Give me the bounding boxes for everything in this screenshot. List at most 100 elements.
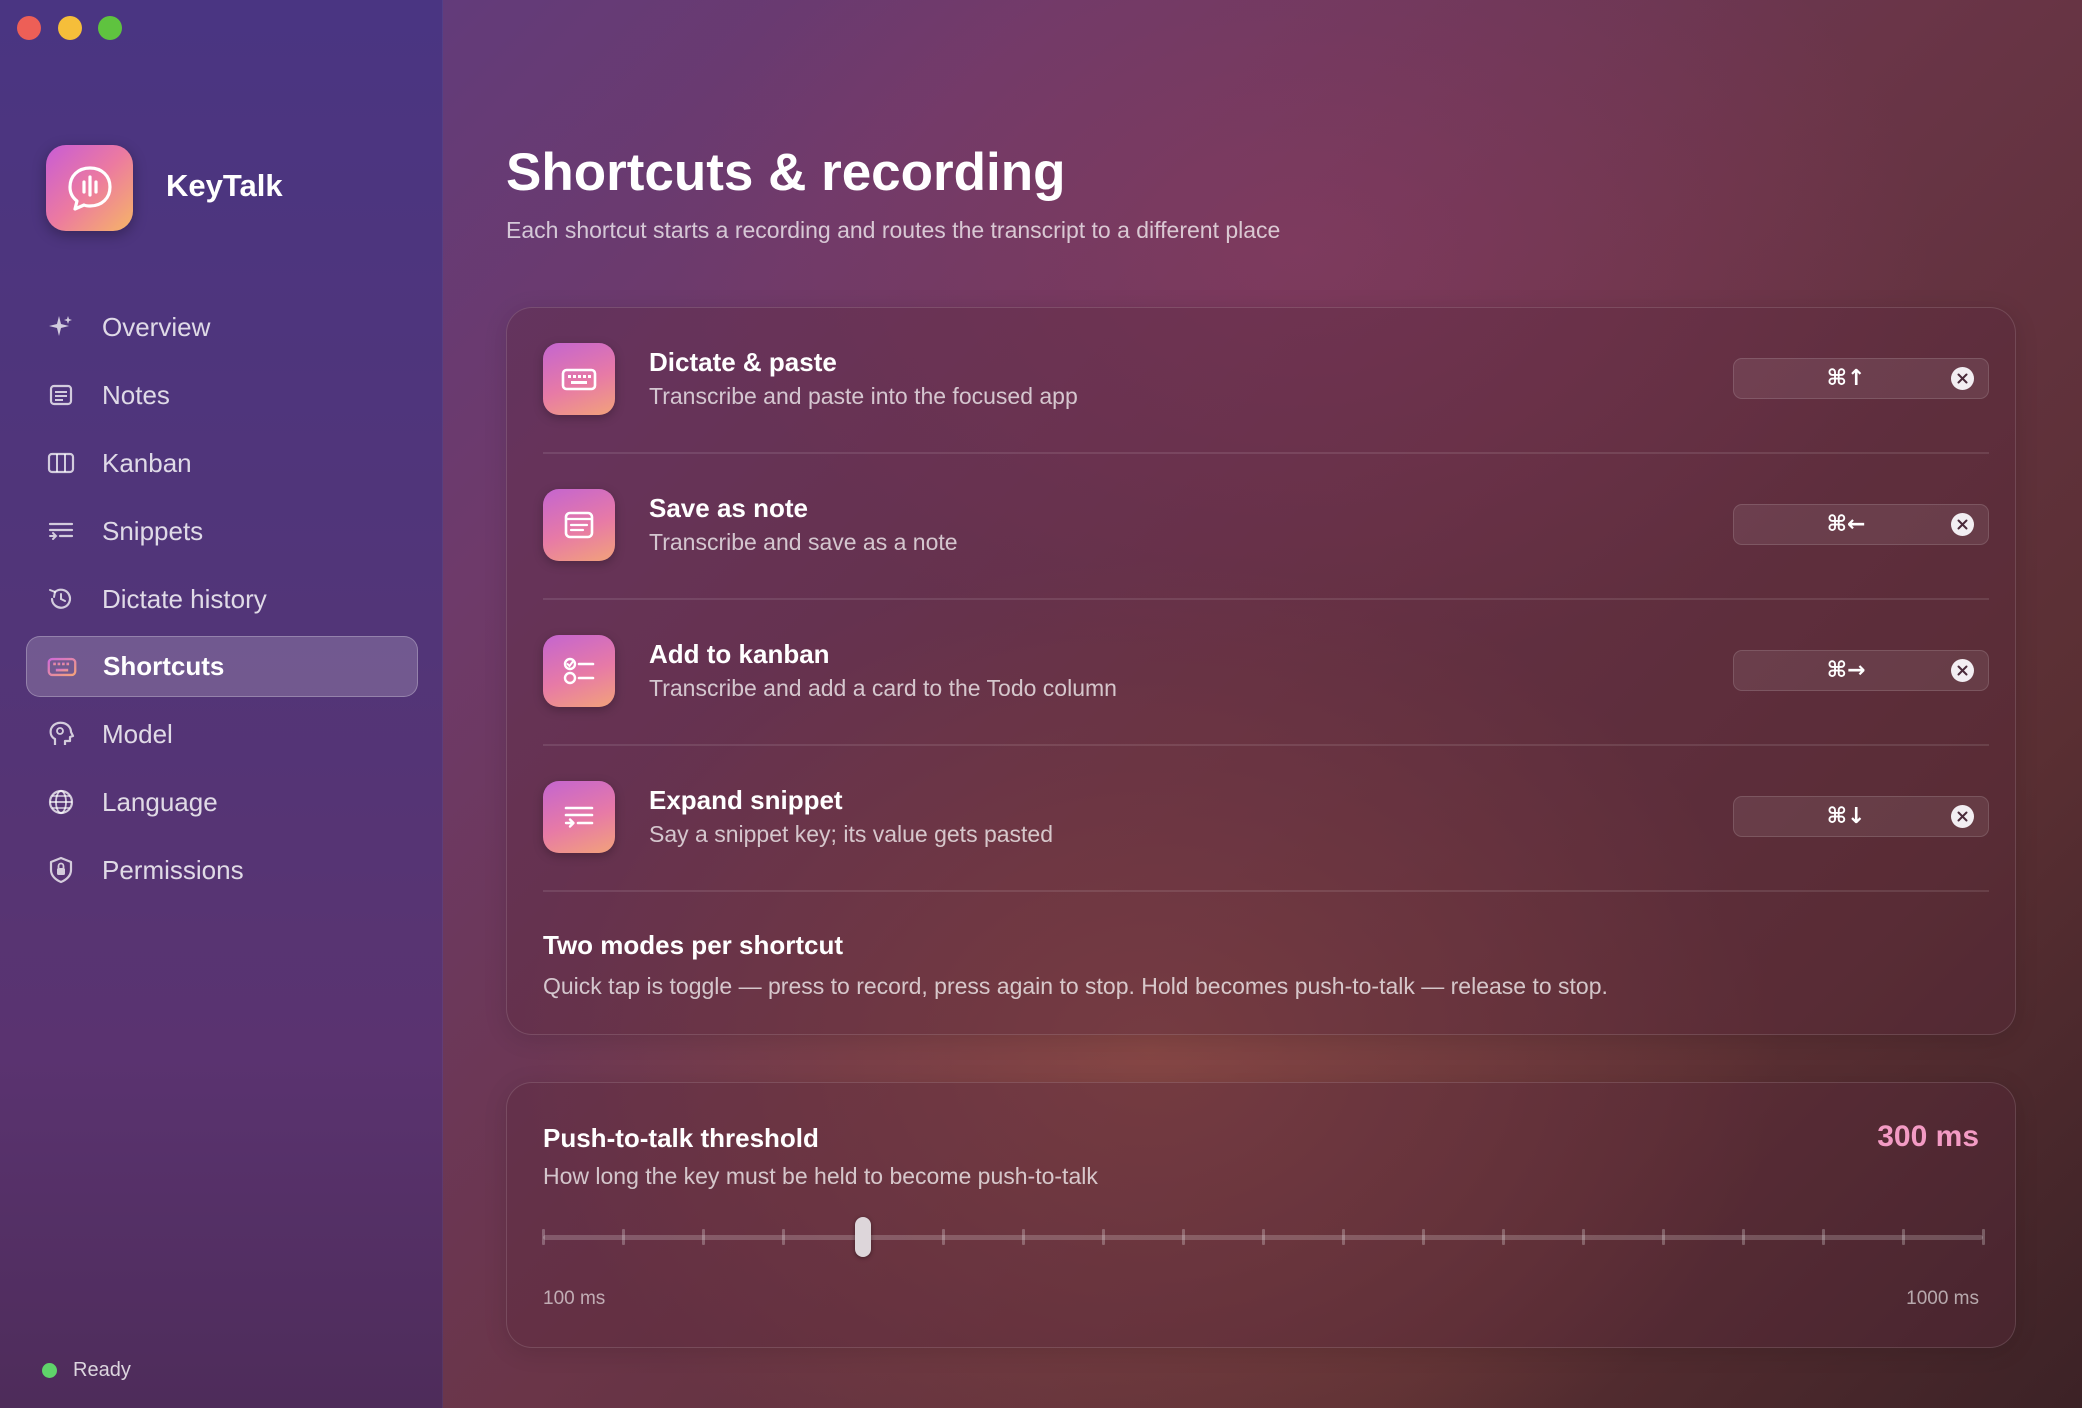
close-icon <box>1957 519 1968 530</box>
keyboard-icon <box>543 343 615 415</box>
modes-description: Quick tap is toggle — press to record, p… <box>543 973 1608 999</box>
sidebar-item-label: Snippets <box>102 515 204 546</box>
globe-icon <box>46 787 76 817</box>
sidebar-item-label: Notes <box>102 379 170 410</box>
keyboard-icon <box>47 652 77 682</box>
sidebar-item-snippets[interactable]: Snippets <box>26 500 418 562</box>
page-subtitle: Each shortcut starts a recording and rou… <box>506 217 1281 243</box>
window-maximize-button[interactable] <box>98 16 122 40</box>
history-icon <box>46 584 76 614</box>
slider-tick <box>1821 1229 1825 1245</box>
speech-bubble-icon <box>67 166 112 211</box>
sidebar-item-shortcuts[interactable]: Shortcuts <box>26 636 418 697</box>
window-minimize-button[interactable] <box>58 16 82 40</box>
app-name: KeyTalk <box>166 168 283 203</box>
sidebar-nav: Overview Notes Kanban Snippets Dictate h… <box>26 296 418 907</box>
checklist-icon <box>543 635 615 707</box>
shortcuts-card: Dictate & paste Transcribe and paste int… <box>506 307 2016 1035</box>
sidebar-item-permissions[interactable]: Permissions <box>26 839 418 901</box>
sidebar-item-overview[interactable]: Overview <box>26 296 418 358</box>
shortcut-description: Transcribe and paste into the focused ap… <box>649 383 1078 409</box>
shortcut-description: Transcribe and add a card to the Todo co… <box>649 675 1117 701</box>
slider-tick <box>1581 1229 1585 1245</box>
sparkle-icon <box>46 312 76 342</box>
slider-tick <box>1901 1229 1905 1245</box>
shortcut-row-expand-snippet: Expand snippet Say a snippet key; its va… <box>543 746 1989 892</box>
status-dot <box>42 1363 57 1378</box>
sidebar-item-notes[interactable]: Notes <box>26 364 418 426</box>
shortcut-key-recorder[interactable]: ⌘← <box>1733 504 1989 545</box>
snippets-icon <box>46 516 76 546</box>
shortcut-key-combo: ⌘← <box>1826 512 1866 537</box>
sidebar-item-language[interactable]: Language <box>26 771 418 833</box>
note-icon <box>46 380 76 410</box>
note-icon <box>543 489 615 561</box>
shortcut-title: Expand snippet <box>649 785 843 815</box>
snippets-icon <box>543 781 615 853</box>
slider-min-label: 100 ms <box>543 1288 606 1309</box>
threshold-title: Push-to-talk threshold <box>543 1123 819 1153</box>
threshold-value: 300 ms <box>1877 1120 1979 1153</box>
shortcut-key-recorder[interactable]: ⌘↑ <box>1733 358 1989 399</box>
slider-tick <box>1421 1229 1425 1245</box>
clear-shortcut-button[interactable] <box>1951 659 1974 682</box>
shortcut-key-recorder[interactable]: ⌘↓ <box>1733 796 1989 837</box>
sidebar-item-kanban[interactable]: Kanban <box>26 432 418 494</box>
clear-shortcut-button[interactable] <box>1951 805 1974 828</box>
sidebar-item-label: Language <box>102 786 218 817</box>
window-close-button[interactable] <box>17 16 41 40</box>
slider-tick <box>1261 1229 1265 1245</box>
shortcut-key-recorder[interactable]: ⌘→ <box>1733 650 1989 691</box>
clear-shortcut-button[interactable] <box>1951 513 1974 536</box>
shortcut-title: Save as note <box>649 493 808 523</box>
app-logo <box>46 145 133 231</box>
slider-tick <box>941 1229 945 1245</box>
shortcut-title: Add to kanban <box>649 639 830 669</box>
slider-thumb[interactable] <box>855 1217 871 1257</box>
sidebar-item-label: Dictate history <box>102 583 267 614</box>
shortcut-key-combo: ⌘↑ <box>1826 366 1866 391</box>
sidebar-item-dictate-history[interactable]: Dictate history <box>26 568 418 630</box>
slider-tick <box>701 1229 705 1245</box>
threshold-card: Push-to-talk threshold 300 ms How long t… <box>506 1082 2016 1348</box>
slider-tick <box>1981 1229 1985 1245</box>
sidebar-item-label: Permissions <box>102 854 244 885</box>
shortcut-key-combo: ⌘↓ <box>1826 804 1866 829</box>
close-icon <box>1957 811 1968 822</box>
clear-shortcut-button[interactable] <box>1951 367 1974 390</box>
sidebar-item-label: Model <box>102 718 173 749</box>
slider-tick <box>1021 1229 1025 1245</box>
slider-max-label: 1000 ms <box>1906 1288 1979 1309</box>
slider-tick <box>1341 1229 1345 1245</box>
sidebar-item-label: Overview <box>102 311 211 342</box>
threshold-description: How long the key must be held to become … <box>543 1163 1098 1189</box>
slider-tick <box>1661 1229 1665 1245</box>
kanban-icon <box>46 448 76 478</box>
shortcut-row-save-note: Save as note Transcribe and save as a no… <box>543 454 1989 600</box>
status-text: Ready <box>73 1359 131 1381</box>
sidebar-item-model[interactable]: Model <box>26 703 418 765</box>
threshold-slider[interactable] <box>541 1217 1985 1257</box>
shield-icon <box>46 855 76 885</box>
shortcut-title: Dictate & paste <box>649 347 837 377</box>
shortcut-row-add-kanban: Add to kanban Transcribe and add a card … <box>543 600 1989 746</box>
slider-tick <box>1101 1229 1105 1245</box>
shortcut-description: Transcribe and save as a note <box>649 529 958 555</box>
shortcut-row-dictate-paste: Dictate & paste Transcribe and paste int… <box>543 308 1989 454</box>
slider-tick <box>541 1229 545 1245</box>
brain-icon <box>46 719 76 749</box>
divider <box>543 890 1989 892</box>
sidebar-item-label: Kanban <box>102 447 192 478</box>
slider-tick <box>781 1229 785 1245</box>
status-indicator: Ready <box>42 1359 131 1382</box>
close-icon <box>1957 665 1968 676</box>
slider-tick <box>621 1229 625 1245</box>
app-window: KeyTalk Overview Notes Kanban Snippets D… <box>0 0 2082 1408</box>
slider-tick <box>1741 1229 1745 1245</box>
modes-title: Two modes per shortcut <box>543 930 843 960</box>
page-title: Shortcuts & recording <box>506 143 1066 202</box>
shortcut-key-combo: ⌘→ <box>1826 658 1866 683</box>
slider-tick <box>1501 1229 1505 1245</box>
sidebar: KeyTalk Overview Notes Kanban Snippets D… <box>0 0 443 1408</box>
slider-tick <box>1181 1229 1185 1245</box>
